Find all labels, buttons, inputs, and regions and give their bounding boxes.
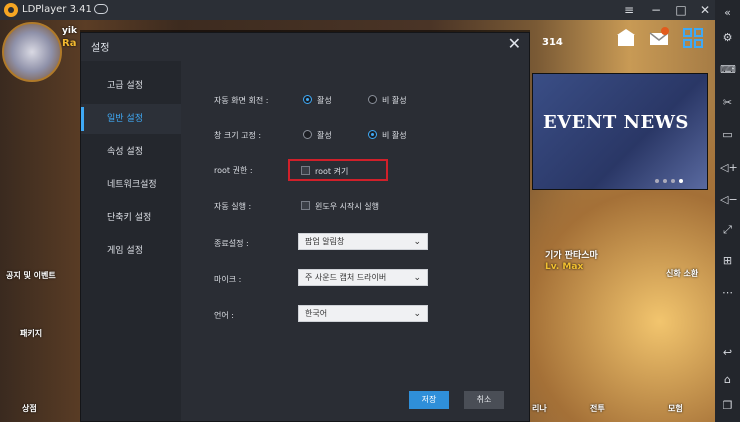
settings-dialog: 설정 ✕ 고급 설정 일반 설정 속성 설정 네트워크설정 단축키 설정 게임 … xyxy=(80,32,530,422)
volume-up-icon[interactable]: ◁+ xyxy=(720,160,738,175)
dialog-title: 설정 xyxy=(91,43,110,54)
close-window-icon[interactable]: ✕ xyxy=(696,1,714,19)
nav-shortcut-settings[interactable]: 단축키 설정 xyxy=(81,203,181,233)
auto-rotate-off-radio[interactable] xyxy=(368,95,377,104)
event-banner-title: EVENT NEWS xyxy=(543,112,689,133)
shop-button[interactable]: 상점 xyxy=(22,403,37,414)
settings-nav: 고급 설정 일반 설정 속성 설정 네트워크설정 단축키 설정 게임 설정 xyxy=(81,61,181,421)
hero-level: Lv. Max xyxy=(545,262,584,272)
battle-button[interactable]: 전투 xyxy=(590,403,605,414)
autostart-checkbox-label[interactable]: 윈도우 시작시 실행 xyxy=(315,201,379,212)
maximize-icon[interactable]: □ xyxy=(672,1,690,19)
mic-label: 마이크 : xyxy=(214,275,242,284)
keyboard-icon[interactable]: ⌨ xyxy=(720,62,736,77)
hero-name: 기가 판타스마 xyxy=(545,251,598,261)
minimize-icon[interactable]: − xyxy=(647,1,665,19)
more-icon[interactable]: ⋯ xyxy=(720,285,735,300)
record-video-icon[interactable]: ▭ xyxy=(720,127,735,142)
fix-window-on-radio[interactable] xyxy=(303,130,312,139)
fix-window-label: 창 크기 고정 : xyxy=(214,131,262,140)
guild-icon[interactable] xyxy=(615,27,637,49)
language-label: 언어 : xyxy=(214,311,234,320)
auto-rotate-label: 자동 화면 회전 : xyxy=(214,96,269,105)
nav-network-settings[interactable]: 네트워크설정 xyxy=(81,170,181,200)
banner-pagination xyxy=(655,176,687,186)
summon-label[interactable]: 신화 소환 xyxy=(666,268,698,279)
fix-window-on-label[interactable]: 활성 xyxy=(317,130,332,141)
app-title: LDPlayer 3.41 xyxy=(22,4,92,15)
nav-property-settings[interactable]: 속성 설정 xyxy=(81,137,181,167)
adventure-button[interactable]: 모험 xyxy=(668,403,683,414)
nav-general-settings[interactable]: 일반 설정 xyxy=(81,104,181,134)
package-button[interactable]: 패키지 xyxy=(20,328,42,339)
scissors-icon[interactable]: ✂ xyxy=(720,95,735,110)
language-value: 한국어 xyxy=(305,309,328,318)
fix-window-off-label[interactable]: 비 활성 xyxy=(382,130,407,141)
notice-event-button[interactable]: 공지 및 이벤트 xyxy=(6,270,56,281)
fix-window-off-radio[interactable] xyxy=(368,130,377,139)
gamepad-icon[interactable] xyxy=(94,4,108,14)
volume-down-icon[interactable]: ◁− xyxy=(720,192,738,207)
menu-icon[interactable]: ≡ xyxy=(620,1,638,19)
back-icon[interactable]: ↩ xyxy=(720,345,735,360)
root-checkbox[interactable] xyxy=(301,166,310,175)
recent-apps-icon[interactable]: ❐ xyxy=(720,398,735,413)
event-news-banner[interactable]: EVENT NEWS xyxy=(532,73,708,190)
auto-rotate-off-label[interactable]: 비 활성 xyxy=(382,95,407,106)
mic-select[interactable]: 주 사운드 캡처 드라이버 ⌄ xyxy=(298,269,428,286)
exit-setting-select[interactable]: 팝업 알림창 ⌄ xyxy=(298,233,428,250)
save-button[interactable]: 저장 xyxy=(409,391,449,409)
player-name-fragment-2: yik xyxy=(62,26,77,36)
emulator-toolbar: « ⚙ ⌨ ✂ ▭ ◁+ ◁− ⤢ ⊞ ⋯ ↩ ⌂ ❐ xyxy=(715,0,740,422)
mail-icon[interactable] xyxy=(648,27,670,49)
chevron-down-icon: ⌄ xyxy=(413,273,421,283)
auto-rotate-on-label[interactable]: 활성 xyxy=(317,95,332,106)
add-apk-icon[interactable]: ⊞ xyxy=(720,253,735,268)
chevron-down-icon: ⌄ xyxy=(413,237,421,247)
root-checkbox-label[interactable]: root 켜기 xyxy=(315,166,348,177)
dialog-close-icon[interactable]: ✕ xyxy=(508,35,521,53)
mic-value: 주 사운드 캡처 드라이버 xyxy=(305,273,387,282)
exit-setting-label: 종료설정 : xyxy=(214,239,249,248)
title-bar: LDPlayer 3.41 ≡ − □ ✕ xyxy=(0,0,740,20)
player-avatar[interactable] xyxy=(2,22,62,82)
root-label: root 권한 : xyxy=(214,166,253,175)
home-icon[interactable]: ⌂ xyxy=(720,372,735,387)
ldplayer-logo-icon xyxy=(4,3,18,17)
gem-count: 314 xyxy=(542,37,563,48)
exit-setting-value: 팝업 알림창 xyxy=(305,237,345,246)
settings-gear-icon[interactable]: ⚙ xyxy=(720,30,735,45)
autostart-label: 자동 실행 : xyxy=(214,202,252,211)
chevron-down-icon: ⌄ xyxy=(413,309,421,319)
fullscreen-icon[interactable]: ⤢ xyxy=(720,222,735,237)
nav-game-settings[interactable]: 게임 설정 xyxy=(81,236,181,266)
autostart-checkbox[interactable] xyxy=(301,201,310,210)
auto-rotate-on-radio[interactable] xyxy=(303,95,312,104)
grid-menu-icon[interactable] xyxy=(682,27,704,49)
collapse-toolbar-icon[interactable]: « xyxy=(720,5,735,20)
bottom-tab-partial[interactable]: 리나 xyxy=(532,403,547,414)
cancel-button[interactable]: 취소 xyxy=(464,391,504,409)
nav-advanced-settings[interactable]: 고급 설정 xyxy=(81,71,181,101)
player-name-fragment: Ra xyxy=(62,38,77,49)
language-select[interactable]: 한국어 ⌄ xyxy=(298,305,428,322)
